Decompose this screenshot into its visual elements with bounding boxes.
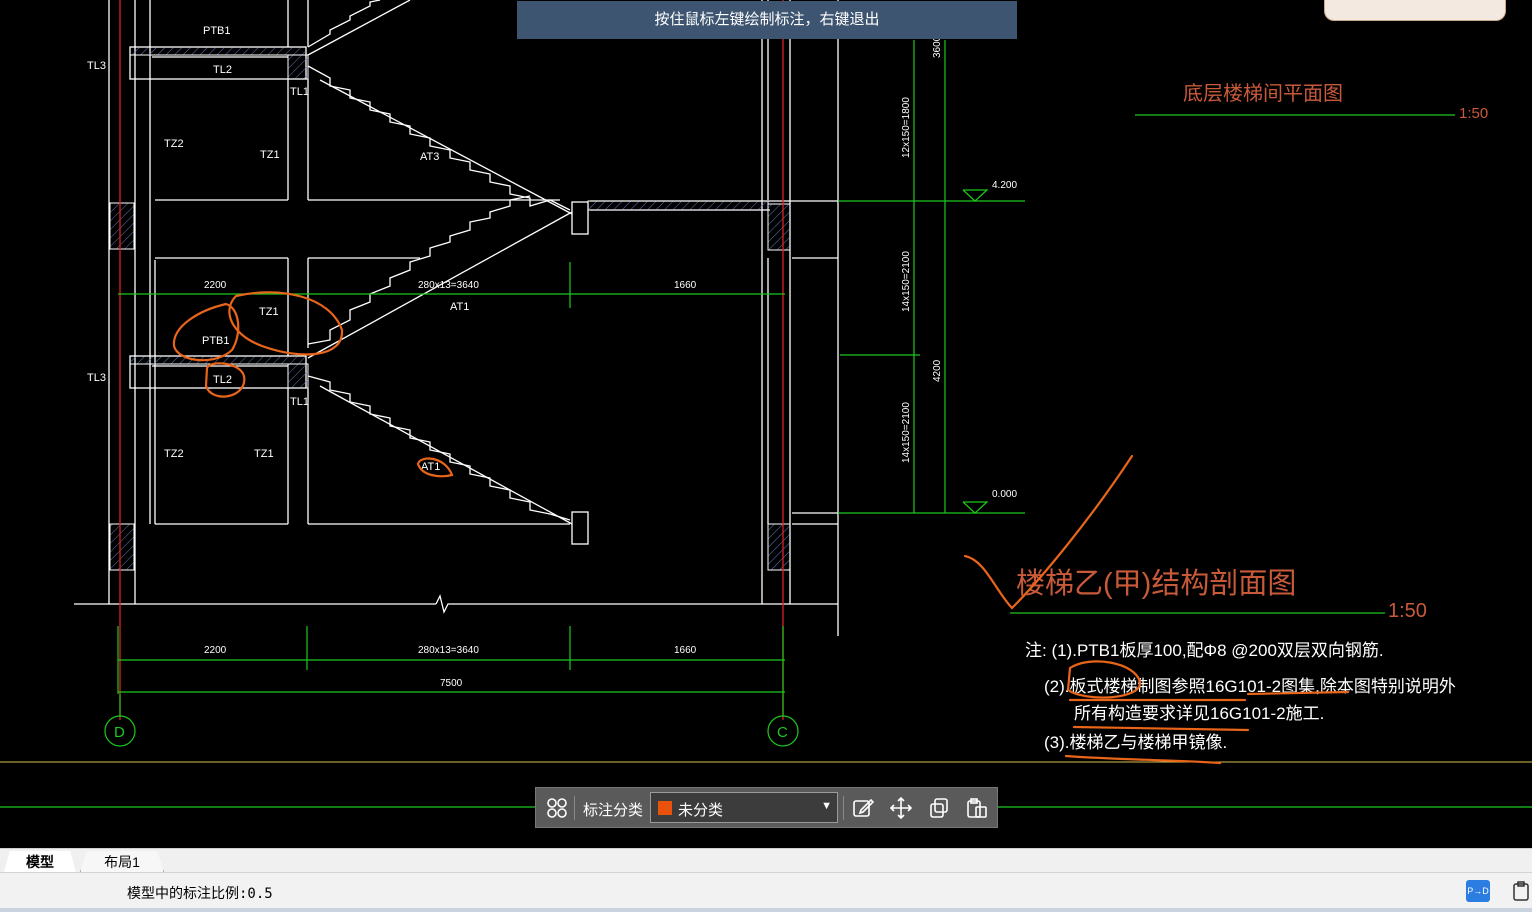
copy-icon[interactable] [926,795,952,821]
vdim-14x150-a: 14x150=2100 [901,251,912,312]
axis-c-label: C [777,724,788,741]
label-dim-280-bot: 280x13=3640 [418,645,479,656]
label-tz2-top: TZ2 [164,138,184,150]
toolbar-divider [843,796,844,820]
label-tl3-mid: TL3 [87,372,106,384]
drawing-hint-banner: 按住鼠标左键绘制标注，右键退出 [517,1,1017,39]
layout-tabbar: 模型 布局1 [0,848,1532,873]
grid-icon[interactable] [544,795,570,821]
label-tz1-mid: TZ1 [259,306,279,318]
category-color-swatch [658,801,672,815]
label-at1-mid: AT1 [450,301,469,313]
vdim-4200: 4200 [932,359,943,382]
label-dim-2200-mid: 2200 [204,280,227,291]
note-2b: 所有构造要求详见16G101-2施工. [1074,704,1324,723]
section-scale: 1:50 [1388,600,1427,622]
vdim-14x150-b: 14x150=2100 [901,402,912,463]
chevron-down-icon: ▼ [821,800,832,812]
logo-badge [1324,0,1506,21]
label-dim-2200-bot: 2200 [204,645,227,656]
paste-icon[interactable] [964,795,990,821]
taskbar-strip [0,908,1532,912]
annotation-scale-status: 模型中的标注比例:0.5 [127,886,273,902]
status-bar: 模型中的标注比例:0.5 P→D [0,872,1532,909]
tab-model[interactable]: 模型 [4,851,76,872]
category-value: 未分类 [678,802,724,819]
category-label: 标注分类 [583,802,644,819]
label-elev-4200: 4.200 [992,180,1017,191]
tab-layout1[interactable]: 布局1 [80,851,164,872]
annotation-toolbar: 标注分类 未分类 ▼ [535,787,998,828]
label-at3: AT3 [420,151,439,163]
label-tl2-mid: TL2 [213,374,232,386]
label-tz2-low: TZ2 [164,448,184,460]
annotation-underline-2 [1072,725,1250,732]
label-dim-7500: 7500 [440,678,463,689]
clipboard-icon[interactable] [1512,881,1530,901]
label-tl1-mid: TL1 [290,396,309,408]
plan-scale: 1:50 [1459,105,1488,122]
note-3: (3).楼梯乙与楼梯甲镜像. [1044,733,1227,752]
section-title: 楼梯乙(甲)结构剖面图 [1016,567,1296,600]
edit-icon[interactable] [850,795,876,821]
label-tz1-top: TZ1 [260,149,280,161]
label-elev-0000: 0.000 [992,489,1017,500]
label-tl2-top: TL2 [213,64,232,76]
annotation-ellipse-tz1 [228,291,344,356]
plan-title: 底层楼梯间平面图 [1183,82,1343,105]
status-toggle-icon[interactable]: P→D [1466,880,1490,902]
label-dim-1660-bot: 1660 [674,645,697,656]
label-dim-280-mid: 280x13=3640 [418,280,479,291]
toolbar-divider [574,796,575,820]
axis-d-label: D [114,724,125,741]
vdim-12x150: 12x150=1800 [901,97,912,158]
move-icon[interactable] [888,795,914,821]
category-select[interactable]: 未分类 ▼ [650,792,838,823]
label-tl1-top: TL1 [290,86,309,98]
label-tl3-top: TL3 [87,60,106,72]
label-ptb1-top: PTB1 [203,25,231,37]
label-dim-1660-mid: 1660 [674,280,697,291]
cad-drawing-canvas[interactable]: PTB1 TL2 TL3 TL1 TZ2 TZ1 AT3 2200 280x13… [0,0,1532,848]
note-1: 注: (1).PTB1板厚100,配Φ8 @200双层双向钢筋. [1025,641,1384,660]
label-tz1-low: TZ1 [254,448,274,460]
label-ptb1-mid: PTB1 [202,335,230,347]
